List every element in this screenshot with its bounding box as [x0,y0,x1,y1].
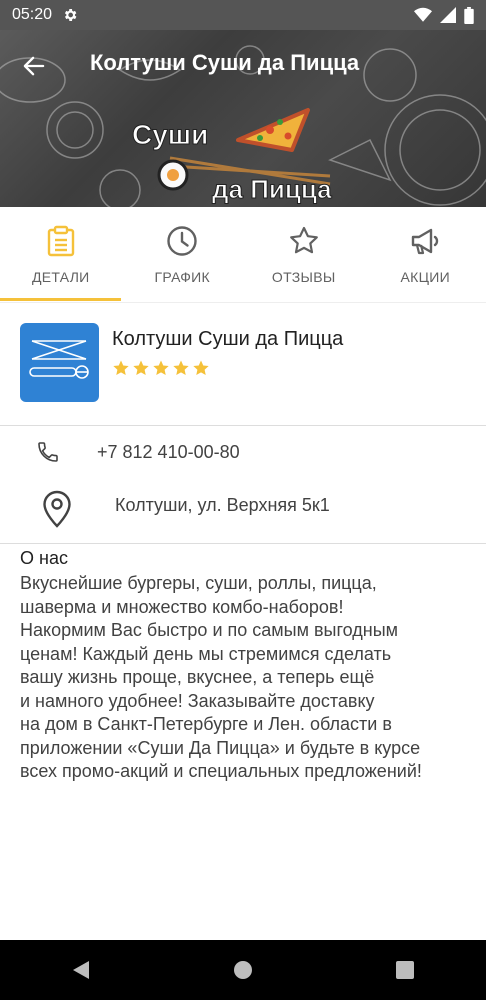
tab-promotions[interactable]: АКЦИИ [365,207,486,303]
star-filled-icon [113,360,129,376]
settings-gear-icon [64,9,77,21]
triangle-back-icon [73,961,89,979]
back-button[interactable] [16,48,52,84]
address[interactable]: Колтуши, ул. Верхняя 5к1 [115,495,330,516]
nav-recents-button[interactable] [385,950,425,990]
brand-logo: Суши да Пицца [130,100,370,207]
tab-label: ДЕТАЛИ [31,269,90,285]
logo-text-sushi: Суши [132,119,208,150]
phone-number[interactable]: +7 812 410-00-80 [97,442,240,463]
star-filled-icon [193,360,209,376]
tab-schedule[interactable]: ГРАФИК [122,207,244,303]
header-banner: Колтуши Суши да Пицца Суши да Пицца [0,30,486,207]
clipboard-icon [47,225,74,257]
system-nav-bar [0,940,486,1000]
divider [0,543,486,544]
location-pin-icon[interactable] [42,490,72,528]
circle-home-icon [234,961,252,979]
wifi-icon [414,7,432,22]
battery-icon [464,6,474,24]
restaurant-logo [20,323,99,402]
status-time: 05:20 [12,6,53,23]
tab-bar: ДЕТАЛИ ГРАФИК ОТЗЫВЫ АКЦИИ [0,207,486,303]
tabs-divider [0,302,486,303]
star-filled-icon [173,360,189,376]
tab-label: АКЦИИ [400,269,450,285]
signal-icon [440,7,456,23]
chopsticks-logo-icon [29,340,89,379]
status-bar: 05:20 [0,0,486,30]
page-title: Колтуши Суши да Пицца [90,50,360,75]
nav-back-button[interactable] [61,950,101,990]
divider [0,425,486,426]
star-filled-icon [133,360,149,376]
tab-details[interactable]: ДЕТАЛИ [0,207,122,303]
square-recents-icon [396,961,414,979]
star-filled-icon [153,360,169,376]
logo-text-pizza: да Пицца [212,174,332,204]
about-description: Вкуснейшие бургеры, суши, роллы, пицца, … [20,573,422,781]
clock-icon [167,226,197,256]
tab-label: ГРАФИК [154,269,211,285]
nav-home-button[interactable] [223,950,263,990]
phone-icon[interactable] [36,440,60,464]
megaphone-icon [412,228,439,255]
tab-reviews[interactable]: ОТЗЫВЫ [243,207,365,303]
star-outline-icon [289,226,318,254]
restaurant-name: Колтуши Суши да Пицца [112,328,344,350]
about-heading: О нас [20,548,68,568]
tab-label: ОТЗЫВЫ [271,269,336,285]
active-tab-indicator [0,298,121,301]
arrow-back-icon [23,56,45,76]
rating-stars [112,359,210,377]
